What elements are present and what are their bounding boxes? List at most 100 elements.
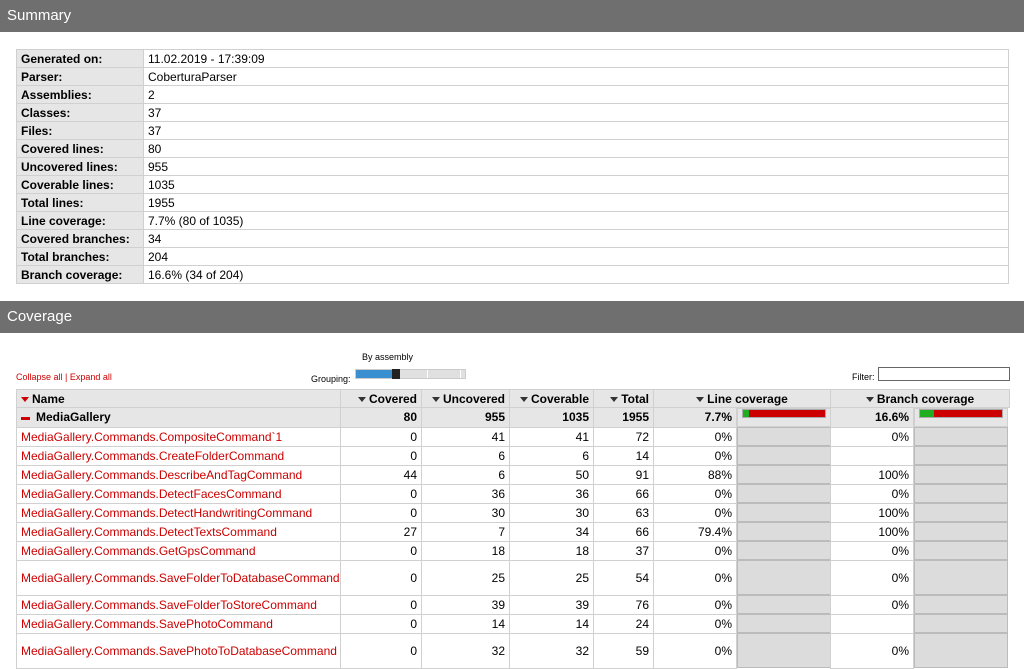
class-total: 59 [593, 632, 654, 669]
class-branch-coverage-bar-cell [914, 633, 1009, 668]
class-line-coverage-bar-cell [737, 503, 831, 522]
column-header-label: Covered [368, 391, 417, 406]
column-header-uncovered[interactable]: Uncovered [421, 389, 510, 408]
assembly-total: 1955 [593, 407, 654, 428]
class-branch-coverage-bar-cell [914, 484, 1009, 503]
column-header-label: Name [32, 391, 65, 406]
class-link[interactable]: MediaGallery.Commands.DetectTextsCommand [21, 525, 277, 539]
class-row[interactable]: MediaGallery.Commands.CreateFolderComman… [16, 445, 1010, 466]
class-row[interactable]: MediaGallery.Commands.DetectTextsCommand… [16, 521, 1010, 542]
class-row[interactable]: MediaGallery.Commands.DetectFacesCommand… [16, 483, 1010, 504]
filter-label: Filter: [852, 372, 875, 382]
class-uncovered: 25 [421, 559, 510, 596]
class-link[interactable]: MediaGallery.Commands.SavePhotoToDatabas… [21, 644, 337, 658]
class-link[interactable]: MediaGallery.Commands.SaveFolderToStoreC… [21, 598, 317, 612]
class-covered: 0 [340, 594, 422, 615]
class-line-coverage-bar-cell [737, 427, 831, 446]
class-branch-coverage: 0% [830, 540, 915, 561]
grouping-slider-fill [356, 370, 392, 378]
class-row[interactable]: MediaGallery.Commands.SaveFolderToStoreC… [16, 594, 1010, 615]
class-line-coverage: 0% [653, 632, 737, 669]
class-branch-coverage: 0% [830, 559, 915, 596]
class-covered: 0 [340, 426, 422, 447]
class-uncovered: 14 [421, 613, 510, 634]
class-line-coverage: 0% [653, 502, 737, 523]
column-header-branch-coverage[interactable]: Branch coverage [830, 389, 1011, 408]
class-link[interactable]: MediaGallery.Commands.CreateFolderComman… [21, 449, 284, 463]
class-link[interactable]: MediaGallery.Commands.DescribeAndTagComm… [21, 468, 302, 482]
expand-all-link[interactable]: Expand all [70, 372, 112, 382]
class-name-cell: MediaGallery.Commands.DetectFacesCommand [16, 483, 341, 504]
summary-row: Covered branches: 34 [16, 229, 1009, 248]
class-branch-coverage-bar-cell [914, 560, 1009, 595]
column-header-coverable[interactable]: Coverable [509, 389, 594, 408]
class-line-coverage-bar-cell [737, 541, 831, 560]
summary-value: 80 [143, 139, 1009, 158]
class-row[interactable]: MediaGallery.Commands.DetectHandwritingC… [16, 502, 1010, 523]
class-line-coverage: 0% [653, 540, 737, 561]
summary-label: Classes: [16, 103, 144, 122]
collapse-icon[interactable] [21, 416, 30, 420]
summary-label: Total branches: [16, 247, 144, 266]
class-uncovered: 18 [421, 540, 510, 561]
uncovered-segment [933, 410, 1002, 417]
column-header-label: Uncovered [442, 391, 505, 406]
summary-label: Covered lines: [16, 139, 144, 158]
class-link[interactable]: MediaGallery.Commands.GetGpsCommand [21, 544, 256, 558]
column-header-name[interactable]: Name [16, 389, 341, 408]
assembly-line-coverage-bar-cell [737, 408, 831, 427]
class-link[interactable]: MediaGallery.Commands.CompositeCommand`1 [21, 430, 282, 444]
column-header-covered[interactable]: Covered [340, 389, 422, 408]
class-covered: 0 [340, 559, 422, 596]
summary-label: Uncovered lines: [16, 157, 144, 176]
column-header-total[interactable]: Total [593, 389, 654, 408]
class-coverable: 39 [509, 594, 594, 615]
summary-row: Total lines: 1955 [16, 193, 1009, 212]
assembly-name-cell[interactable]: MediaGallery [16, 407, 341, 428]
class-total: 66 [593, 483, 654, 504]
summary-row: Assemblies: 2 [16, 85, 1009, 104]
class-covered: 0 [340, 613, 422, 634]
class-row[interactable]: MediaGallery.Commands.GetGpsCommand 0 18 18… [16, 540, 1010, 561]
class-coverable: 41 [509, 426, 594, 447]
class-row[interactable]: MediaGallery.Commands.SavePhotoCommand 0 1… [16, 613, 1010, 634]
class-link[interactable]: MediaGallery.Commands.SavePhotoCommand [21, 617, 273, 631]
coverage-table: Name Covered Uncovered Coverable Total L… [16, 389, 1011, 669]
column-header-line-coverage[interactable]: Line coverage [652, 389, 832, 408]
grouping-label: Grouping: [311, 374, 351, 384]
summary-row: Total branches: 204 [16, 247, 1009, 266]
class-branch-coverage-bar-cell [914, 541, 1009, 560]
collapse-all-link[interactable]: Collapse all [16, 372, 63, 382]
class-total: 76 [593, 594, 654, 615]
class-name-cell: MediaGallery.Commands.DescribeAndTagComm… [16, 464, 341, 485]
assembly-coverable: 1035 [509, 407, 594, 428]
summary-value: 16.6% (34 of 204) [143, 265, 1009, 284]
class-name-cell: MediaGallery.Commands.CompositeCommand`1 [16, 426, 341, 447]
class-link[interactable]: MediaGallery.Commands.SaveFolderToDataba… [21, 571, 340, 585]
filter-input[interactable] [878, 367, 1010, 381]
class-branch-coverage: 100% [830, 464, 915, 485]
class-link[interactable]: MediaGallery.Commands.DetectFacesCommand [21, 487, 282, 501]
grouping-slider[interactable] [355, 369, 466, 379]
class-coverable: 32 [509, 632, 594, 669]
class-line-coverage: 0% [653, 426, 737, 447]
summary-label: Assemblies: [16, 85, 144, 104]
class-total: 37 [593, 540, 654, 561]
class-line-coverage-bar-cell [737, 522, 831, 541]
class-row[interactable]: MediaGallery.Commands.SavePhotoToDatabas… [16, 632, 1010, 669]
grouping-slider-handle[interactable] [391, 369, 400, 379]
class-coverable: 50 [509, 464, 594, 485]
summary-row: Covered lines: 80 [16, 139, 1009, 158]
class-row[interactable]: MediaGallery.Commands.DescribeAndTagComm… [16, 464, 1010, 485]
class-link[interactable]: MediaGallery.Commands.DetectHandwritingC… [21, 506, 312, 520]
class-line-coverage: 0% [653, 559, 737, 596]
class-row[interactable]: MediaGallery.Commands.CompositeCommand`1… [16, 426, 1010, 447]
summary-value: 37 [143, 121, 1009, 140]
assembly-uncovered: 955 [421, 407, 510, 428]
class-uncovered: 36 [421, 483, 510, 504]
class-row[interactable]: MediaGallery.Commands.SaveFolderToDataba… [16, 559, 1010, 596]
grouping-slider-tick [460, 370, 461, 378]
sort-icon [865, 396, 874, 402]
assembly-row[interactable]: MediaGallery 80 955 1035 1955 7.7% 16.6% [16, 407, 1010, 428]
class-uncovered: 6 [421, 445, 510, 466]
